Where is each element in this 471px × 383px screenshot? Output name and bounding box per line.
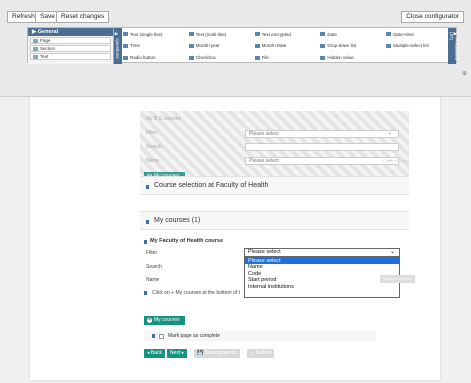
- palette-item-text[interactable]: Text: [30, 53, 111, 60]
- calendar-clock-icon: [386, 32, 392, 37]
- questions-tab[interactable]: ▶ Questions: [114, 28, 122, 64]
- checkbox-icon: [188, 55, 194, 60]
- calendar-icon: [188, 43, 194, 48]
- plus-icon: +: [147, 317, 152, 323]
- faculty-search-label: Search: [146, 264, 162, 270]
- qtype-multiselect[interactable]: Multiple-select list: [386, 41, 448, 52]
- course-selection-title: Course selection at Faculty of Health: [154, 182, 269, 189]
- dropdown-icon: [320, 43, 326, 48]
- qtype-file[interactable]: File: [254, 52, 317, 63]
- save-progress-button[interactable]: 💾 Save progress: [194, 349, 240, 358]
- qtype-month-year[interactable]: Month+year: [188, 41, 251, 52]
- qtype-text-multi[interactable]: Text (multi-line): [188, 29, 251, 40]
- faculty-filter-label: Filter: [146, 250, 158, 256]
- chevron-down-icon: ⌄: [389, 249, 395, 255]
- mark-complete-checkbox[interactable]: [159, 333, 164, 339]
- qtype-checkbox[interactable]: Checkbox: [188, 52, 251, 63]
- disabled-filter-select: Please select ⌄: [245, 130, 399, 138]
- element-palette: ▶ General Page Section Text ▶ Questions …: [27, 27, 459, 64]
- qtype-text-encrypted[interactable]: Text encrypted: [254, 29, 317, 40]
- general-header[interactable]: ▶ General: [28, 28, 113, 36]
- my-courses-button[interactable]: + My courses: [144, 316, 185, 325]
- my-courses-section[interactable]: My courses (1): [140, 211, 409, 230]
- faculty-arrow-icon: [144, 240, 147, 244]
- text-icon: [33, 54, 38, 59]
- note-arrow-icon: [144, 291, 147, 295]
- submit-button[interactable]: ✓ Submit: [247, 349, 275, 358]
- mark-complete-row: Mark page as complete: [144, 331, 376, 341]
- next-button[interactable]: Next ▸: [167, 349, 188, 358]
- disabled-search-input: [245, 143, 399, 151]
- qtype-hidden[interactable]: Hidden value: [320, 52, 382, 63]
- file-icon: [254, 55, 260, 60]
- qtype-radio[interactable]: Radio button: [123, 52, 185, 63]
- question-types-grid: Text (single line) Text (multi-line) Tex…: [123, 29, 448, 63]
- reset-changes-button[interactable]: Reset changes: [56, 11, 110, 23]
- hidden-icon: [320, 55, 326, 60]
- page: Refresh Save Reset changes Close configu…: [0, 0, 471, 383]
- faculty-course-header: My Faculty of Health course: [150, 238, 224, 244]
- dropdown-option[interactable]: Internal institutions: [245, 284, 399, 290]
- row-arrow-icon: [152, 334, 155, 338]
- chevron-down-icon: ⌄: [387, 130, 392, 136]
- palette-item-section[interactable]: Section: [30, 45, 111, 52]
- disabled-name-label: Name: [146, 158, 160, 164]
- radio-icon: [123, 55, 128, 60]
- back-button[interactable]: ◂ Back: [144, 349, 166, 358]
- configurator-toolbar: Refresh Save Reset changes Close configu…: [0, 0, 471, 97]
- section-arrow-icon: [146, 220, 149, 224]
- qtype-dropdown[interactable]: Drop-down list: [320, 41, 382, 52]
- faculty-name-label: Name: [146, 277, 160, 283]
- predefined-tab[interactable]: ▶ Predefined (37): [448, 28, 459, 64]
- disabled-confirm-label: Confirm choice: [383, 158, 410, 163]
- section-icon: [33, 46, 38, 51]
- lock-icon: [254, 32, 260, 37]
- close-configurator-button[interactable]: Close configurator: [401, 11, 464, 23]
- clock-icon: [123, 43, 128, 48]
- my-courses-title: My courses (1): [154, 217, 201, 224]
- text-field-icon: [123, 32, 128, 37]
- qtype-text-single[interactable]: Text (single line): [123, 29, 185, 40]
- textarea-icon: [188, 32, 194, 37]
- disabled-name-select: Please select ⌄: [245, 157, 399, 165]
- section-arrow-icon: [146, 185, 149, 189]
- calendar-icon: [254, 43, 260, 48]
- filter-dropdown-list: Please select Name Code Start period Int…: [244, 257, 400, 298]
- page-icon: [33, 38, 38, 43]
- instruction-note: Click on + My courses at the bottom of t…: [152, 290, 240, 296]
- course-selection-section[interactable]: Course selection at Faculty of Health: [140, 176, 409, 195]
- mark-complete-label: Mark page as complete: [168, 333, 220, 339]
- qtype-date[interactable]: Date: [320, 29, 382, 40]
- faculty-filter-select[interactable]: Please select ⌄: [244, 248, 400, 257]
- confirm-choice-button[interactable]: Confirm choice: [380, 275, 415, 283]
- calendar-icon: [320, 32, 326, 37]
- disabled-filter-label: Filter: [146, 130, 158, 136]
- zoom-icon[interactable]: ⊕: [462, 70, 467, 77]
- palette-item-page[interactable]: Page: [30, 37, 111, 44]
- qtype-datetime[interactable]: Date+time: [386, 29, 448, 40]
- qtype-month-date[interactable]: Month+Date: [254, 41, 317, 52]
- list-icon: [386, 43, 392, 48]
- general-panel: ▶ General Page Section Text: [28, 28, 114, 64]
- disabled-search-label: Search: [146, 144, 162, 150]
- disabled-block-title: My B.S courses: [146, 116, 182, 122]
- qtype-time[interactable]: Time: [123, 41, 185, 52]
